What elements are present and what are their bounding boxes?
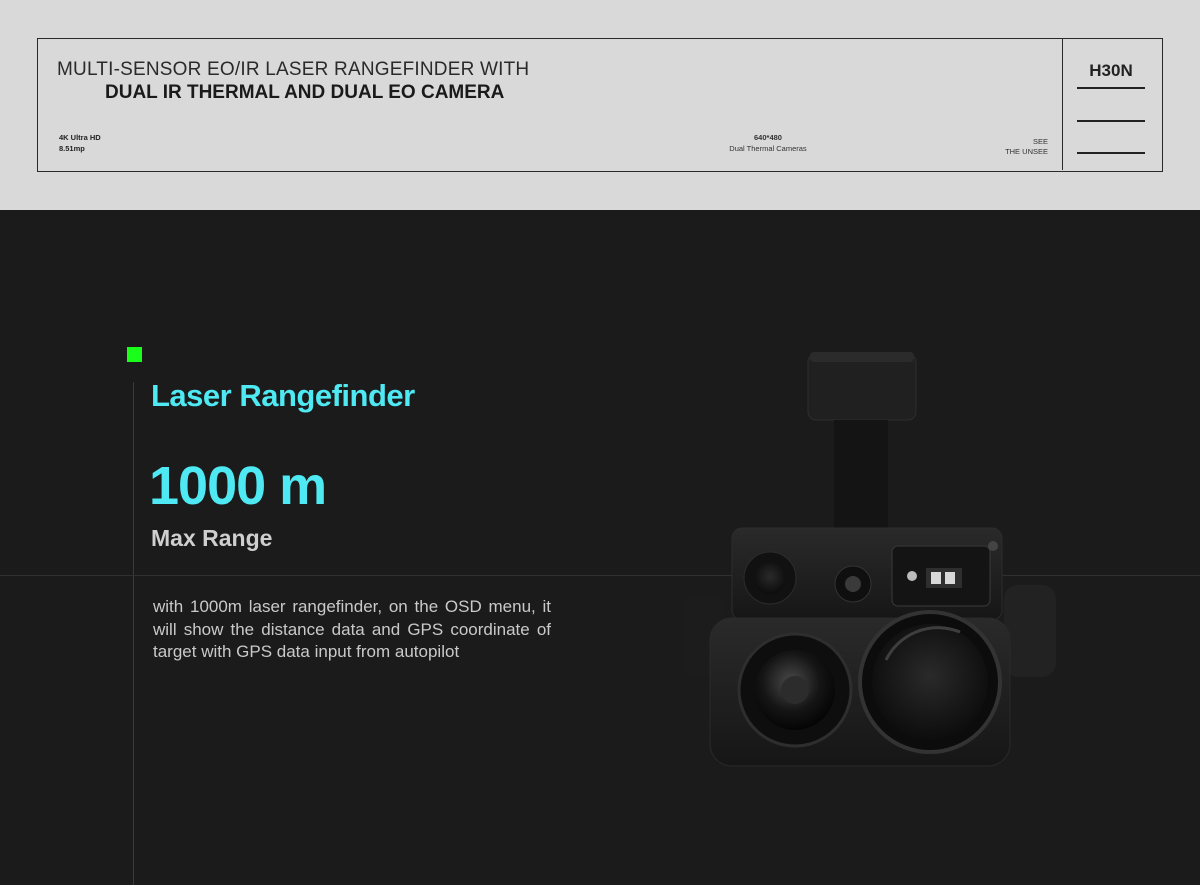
tagline: SEE THE UNSEE xyxy=(968,137,1048,157)
spec-eo-resolution: 4K Ultra HD xyxy=(59,133,101,142)
spec-ir-resolution: 640*480 xyxy=(754,133,782,142)
spec-banner: MULTI-SENSOR EO/IR LASER RANGEFINDER WIT… xyxy=(0,0,1200,210)
spec-eo-megapixels: 8.51mp xyxy=(59,144,85,153)
headline-line1: MULTI-SENSOR EO/IR LASER RANGEFINDER WIT… xyxy=(57,59,530,80)
spec-ir-description: Dual Thermal Cameras xyxy=(729,144,807,153)
spec-ir: 640*480 Dual Thermal Cameras xyxy=(718,132,818,154)
accent-square-icon xyxy=(127,347,142,362)
feature-value-label: Max Range xyxy=(151,525,273,551)
model-name: H30N xyxy=(1089,61,1133,80)
spec-eo: 4K Ultra HD 8.51mp xyxy=(59,132,101,154)
headline-line2: DUAL IR THERMAL AND DUAL EO CAMERA xyxy=(105,82,505,103)
feature-value: 1000 m xyxy=(149,456,327,516)
spec-box: MULTI-SENSOR EO/IR LASER RANGEFINDER WIT… xyxy=(37,38,1163,172)
model-column: H30N xyxy=(1062,39,1162,170)
tagline-line2: THE UNSEE xyxy=(1005,147,1048,156)
model-divider xyxy=(1077,87,1145,89)
feature-description: with 1000m laser rangefinder, on the OSD… xyxy=(153,597,551,661)
model-divider xyxy=(1077,152,1145,154)
model-divider xyxy=(1077,120,1145,122)
guide-line-vertical xyxy=(133,382,134,885)
tagline-line1: SEE xyxy=(1032,137,1048,146)
feature-title: Laser Rangefinder xyxy=(151,378,415,413)
feature-panel: Laser Rangefinder 1000 m Max Range with … xyxy=(0,210,1200,885)
gimbal-camera-image xyxy=(684,352,1056,767)
